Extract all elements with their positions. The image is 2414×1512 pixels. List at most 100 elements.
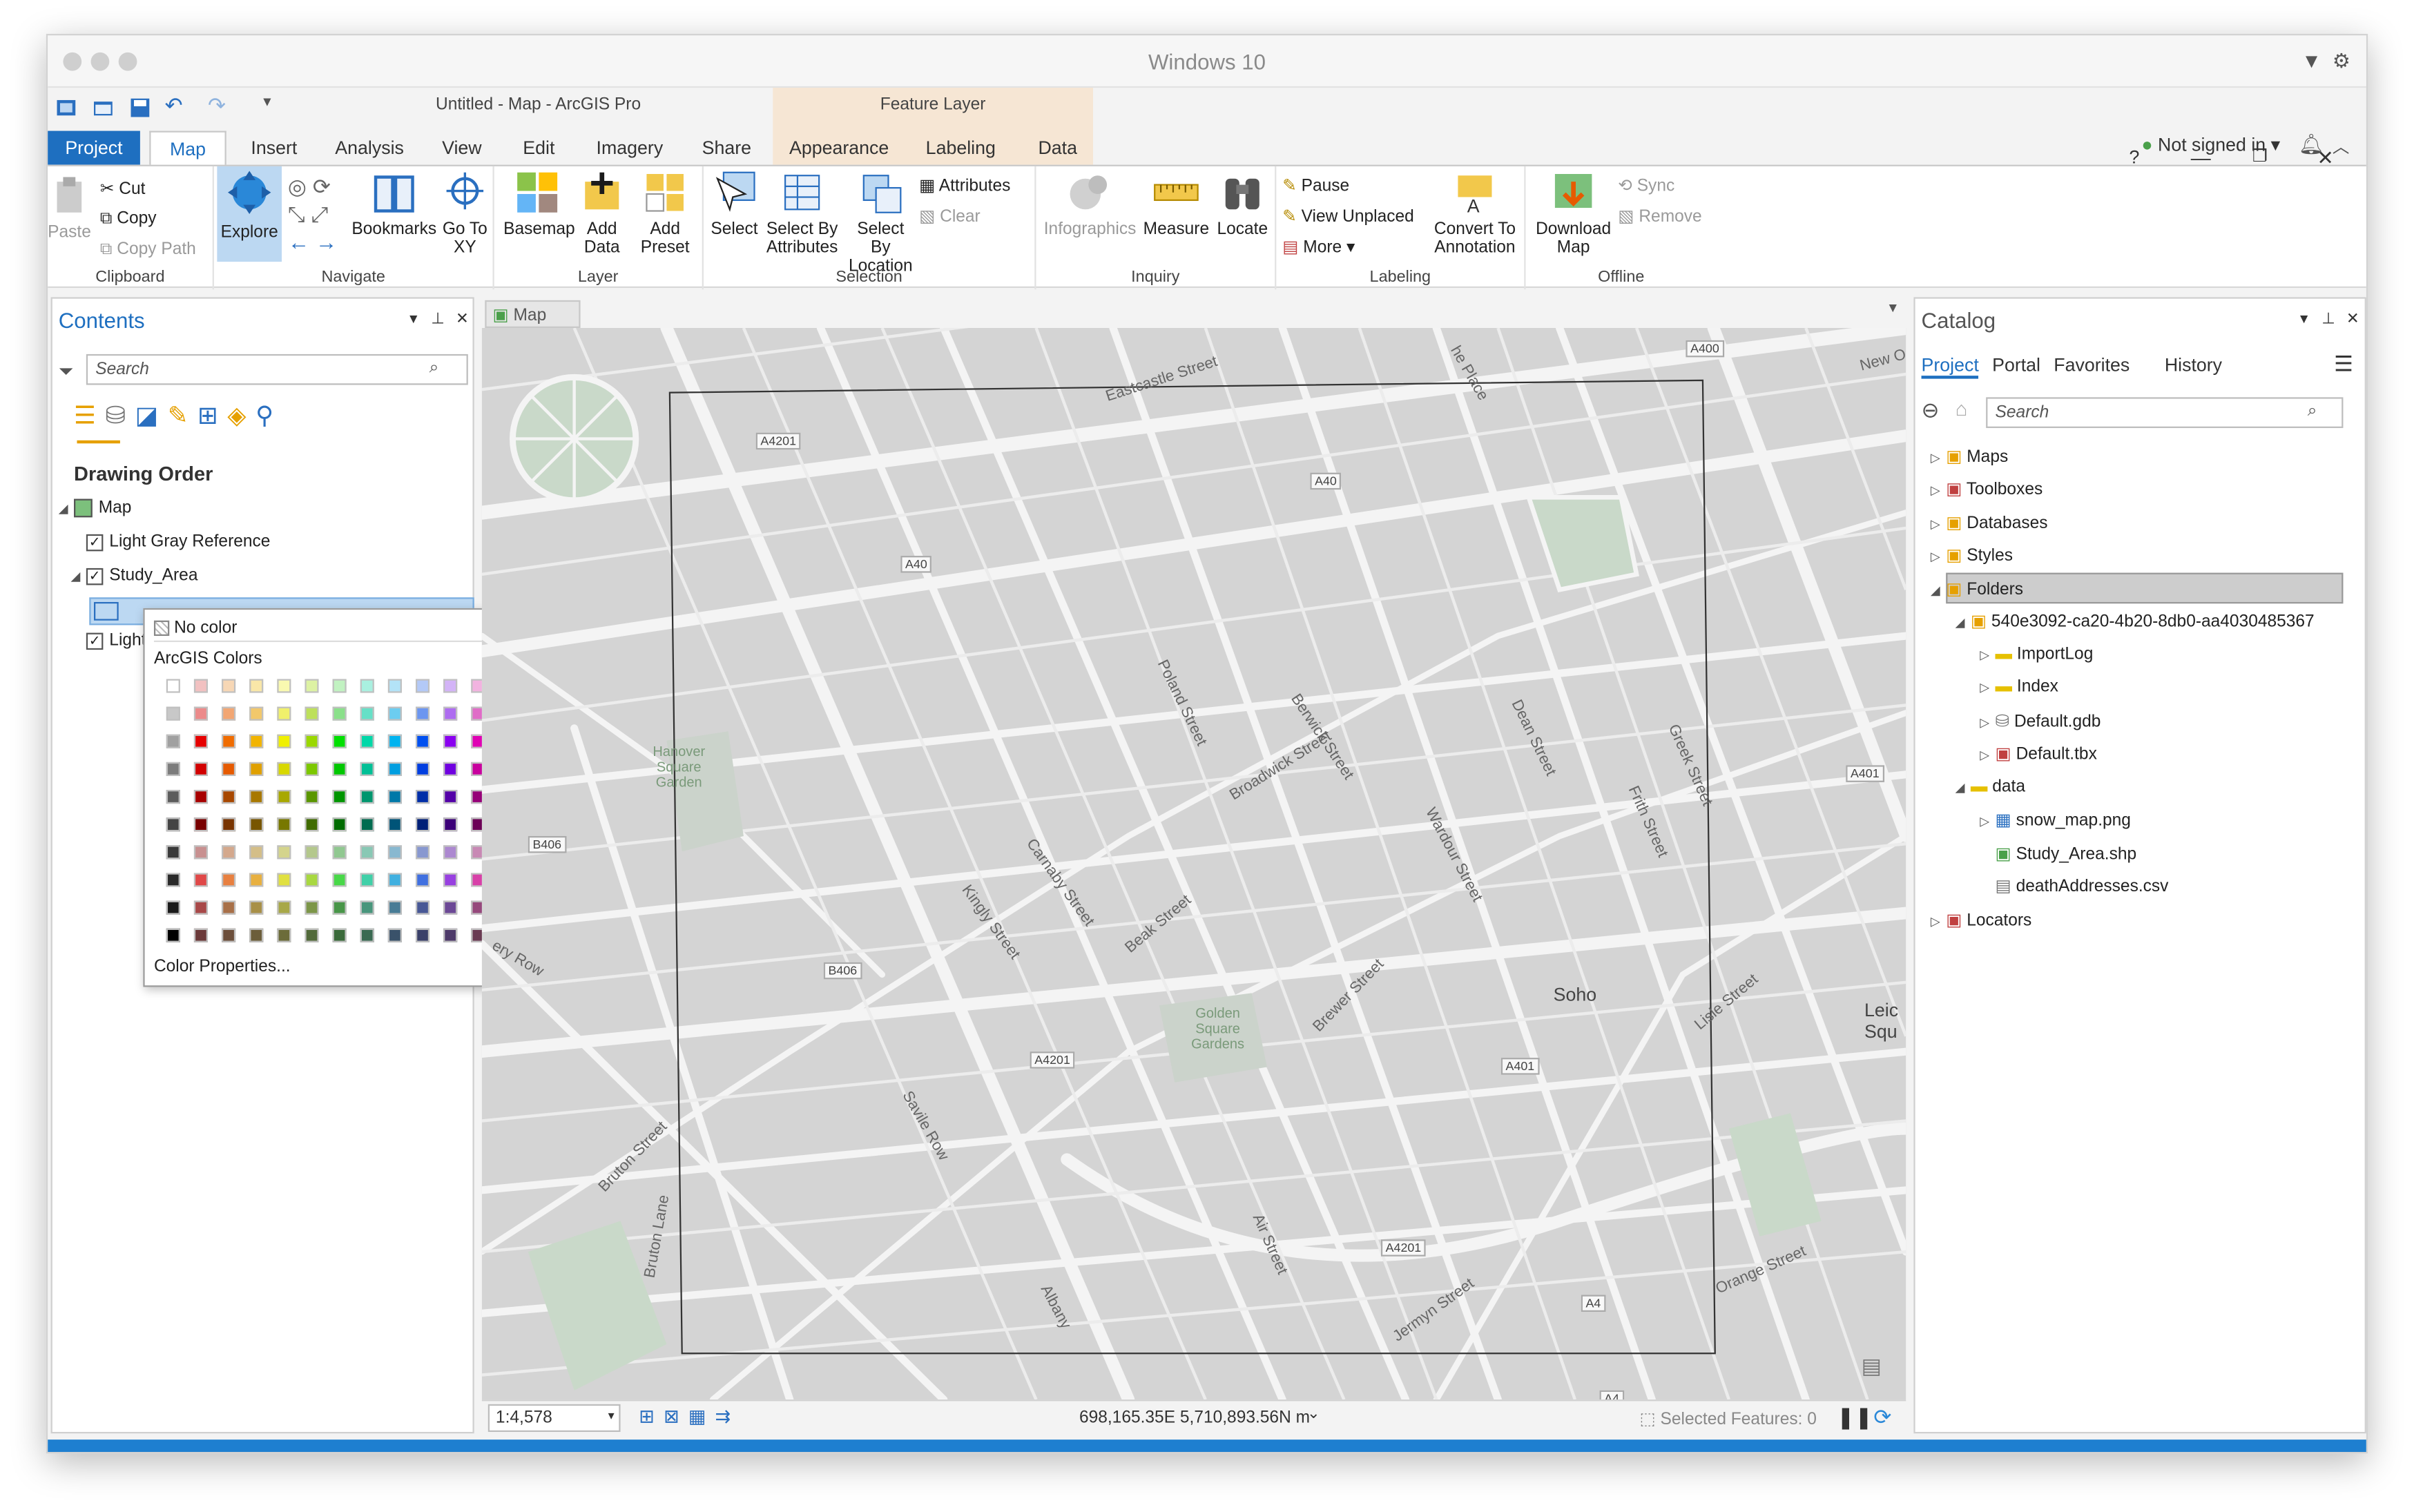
- catalog-item-default-gdb[interactable]: ▷ ⛁ Default.gdb: [1980, 711, 2101, 732]
- color-swatch[interactable]: [222, 679, 236, 693]
- map-status-tools[interactable]: ⊞⊠▦⇉: [639, 1406, 740, 1427]
- color-swatch[interactable]: [332, 706, 347, 721]
- color-swatch[interactable]: [332, 928, 347, 942]
- color-swatch[interactable]: [387, 928, 402, 942]
- color-swatch[interactable]: [443, 928, 458, 942]
- filter-icon[interactable]: ⏷: [59, 360, 73, 383]
- color-swatch[interactable]: [415, 762, 430, 776]
- color-swatch[interactable]: [249, 679, 264, 693]
- tab-appearance[interactable]: Appearance: [780, 131, 897, 165]
- color-swatch[interactable]: [305, 679, 319, 693]
- color-swatch[interactable]: [332, 900, 347, 915]
- more-button[interactable]: ▤ More ▾: [1282, 237, 1355, 258]
- tab-view[interactable]: View: [429, 131, 494, 165]
- color-swatch[interactable]: [166, 790, 180, 804]
- list-by-selection-icon[interactable]: ◪: [135, 403, 168, 429]
- color-swatch[interactable]: [443, 790, 458, 804]
- select-by-attributes-button[interactable]: Select By Attributes: [762, 169, 842, 257]
- catalog-item-snow-map[interactable]: ▷ ▦ snow_map.png: [1980, 810, 2131, 830]
- color-swatch[interactable]: [387, 900, 402, 915]
- collapse-icon[interactable]: ◢: [1956, 616, 1971, 630]
- list-by-editing-icon[interactable]: ✎: [168, 403, 197, 429]
- expand-icon[interactable]: ▷: [1931, 550, 1946, 563]
- color-swatch[interactable]: [222, 900, 236, 915]
- color-swatch[interactable]: [332, 873, 347, 887]
- view-unplaced-button[interactable]: ✎ View Unplaced: [1282, 206, 1414, 226]
- color-swatch[interactable]: [222, 706, 236, 721]
- list-by-source-icon[interactable]: ⛁: [105, 403, 135, 429]
- color-swatch[interactable]: [193, 679, 208, 693]
- color-swatch[interactable]: [332, 679, 347, 693]
- color-swatch[interactable]: [249, 845, 264, 860]
- tab-labeling[interactable]: Labeling: [910, 131, 1012, 165]
- color-swatch[interactable]: [387, 734, 402, 748]
- tab-list-icon[interactable]: ▾: [1889, 300, 1897, 318]
- open-project-icon[interactable]: [91, 95, 116, 120]
- collapse-ribbon-icon[interactable]: ︿: [2333, 134, 2350, 159]
- pane-menu-icon[interactable]: ▾: [409, 311, 417, 328]
- color-swatch[interactable]: [193, 845, 208, 860]
- color-swatch[interactable]: [277, 900, 291, 915]
- tab-data[interactable]: Data: [1024, 131, 1092, 165]
- color-swatch[interactable]: [277, 928, 291, 942]
- expand-icon[interactable]: ◢: [59, 502, 74, 516]
- color-swatch[interactable]: [166, 873, 180, 887]
- expand-icon[interactable]: ◢: [71, 570, 86, 583]
- pin-icon[interactable]: ⊥: [2321, 311, 2335, 328]
- color-swatch[interactable]: [249, 900, 264, 915]
- color-swatch[interactable]: [277, 790, 291, 804]
- cut-button[interactable]: ✂ Cut: [100, 179, 146, 199]
- chevron-down-icon[interactable]: ▼: [2301, 49, 2321, 72]
- color-swatch[interactable]: [222, 762, 236, 776]
- tab-imagery[interactable]: Imagery: [586, 131, 673, 165]
- copy-button[interactable]: ⧉ Copy: [100, 209, 157, 229]
- copy-path-button[interactable]: ⧉ Copy Path: [100, 240, 196, 260]
- tab-edit[interactable]: Edit: [507, 131, 572, 165]
- color-swatch[interactable]: [332, 817, 347, 832]
- close-pane-icon[interactable]: ✕: [2346, 311, 2359, 328]
- tree-map[interactable]: ◢ Map: [59, 499, 131, 518]
- bookmarks-button[interactable]: Bookmarks: [349, 169, 438, 239]
- map-view-tab[interactable]: ▣ Map ✕: [485, 300, 581, 345]
- color-swatch[interactable]: [332, 762, 347, 776]
- color-swatch[interactable]: [332, 734, 347, 748]
- color-swatch[interactable]: [222, 817, 236, 832]
- color-swatch[interactable]: [360, 706, 374, 721]
- new-project-icon[interactable]: [54, 95, 79, 120]
- color-swatch[interactable]: [166, 706, 180, 721]
- color-swatch[interactable]: [415, 734, 430, 748]
- tab-insert[interactable]: Insert: [235, 131, 312, 165]
- catalog-item-study-area[interactable]: ▣ Study_Area.shp: [1996, 844, 2137, 864]
- tree-layer-study-area[interactable]: ◢ ✓ Study_Area: [71, 567, 198, 585]
- color-swatch[interactable]: [360, 873, 374, 887]
- color-swatch[interactable]: [387, 679, 402, 693]
- pause-button[interactable]: ✎ Pause: [1282, 175, 1349, 195]
- list-by-drawing-order-icon[interactable]: ☰: [74, 403, 105, 429]
- tree-layer-light-gray[interactable]: ✓ Light Gray Reference: [86, 533, 270, 551]
- tab-project[interactable]: Project: [48, 130, 140, 165]
- color-swatch[interactable]: [249, 734, 264, 748]
- color-swatch[interactable]: [415, 845, 430, 860]
- color-swatch[interactable]: [166, 679, 180, 693]
- symbol-patch[interactable]: [94, 601, 119, 621]
- bell-icon[interactable]: 🔔︎: [2299, 133, 2324, 157]
- goto-xy-button[interactable]: Go To XY: [438, 169, 491, 257]
- map-notification-icon[interactable]: ▤: [1862, 1353, 1882, 1379]
- color-swatch[interactable]: [443, 817, 458, 832]
- color-swatch[interactable]: [332, 845, 347, 860]
- catalog-item-toolboxes[interactable]: ▷ ▣ Toolboxes: [1931, 479, 2043, 499]
- color-swatch[interactable]: [277, 873, 291, 887]
- back-icon[interactable]: ⊖: [1922, 397, 1940, 423]
- color-swatch[interactable]: [305, 706, 319, 721]
- list-by-perspective-icon[interactable]: ⚲: [255, 403, 283, 429]
- add-preset-button[interactable]: Add Preset: [633, 169, 697, 257]
- search-icon[interactable]: ⌕: [429, 359, 439, 379]
- color-swatch[interactable]: [166, 734, 180, 748]
- color-swatch[interactable]: [387, 706, 402, 721]
- redo-icon[interactable]: ↷: [208, 93, 226, 119]
- search-icon[interactable]: ⌕: [2308, 402, 2317, 422]
- measure-button[interactable]: Measure: [1141, 169, 1212, 239]
- color-swatch[interactable]: [166, 845, 180, 860]
- expand-icon[interactable]: ▷: [1980, 716, 1995, 730]
- tab-map[interactable]: Map: [149, 130, 226, 166]
